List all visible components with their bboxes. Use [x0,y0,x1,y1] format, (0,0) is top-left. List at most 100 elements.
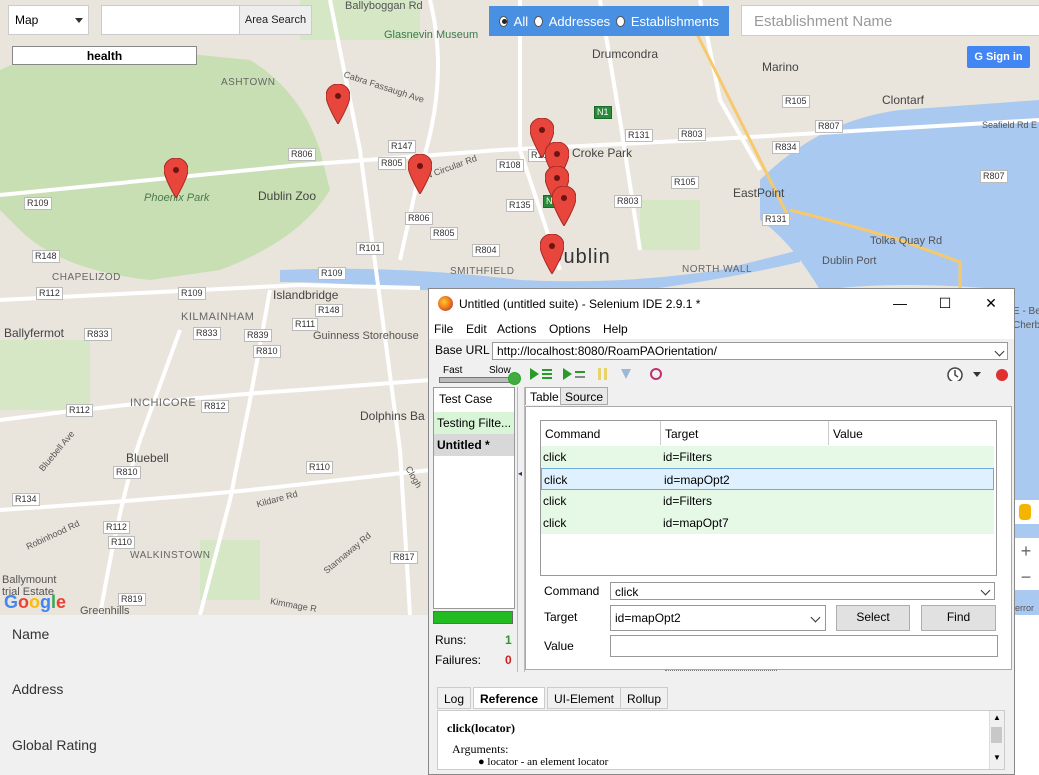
map-label: Dublin Port [822,255,877,267]
play-test-icon[interactable] [562,367,586,381]
find-button[interactable]: Find [921,605,996,631]
map-label: Islandbridge [273,288,339,302]
speed-track[interactable] [439,377,517,383]
target-input[interactable]: id=mapOpt2 [610,605,826,631]
table-row[interactable]: click id=Filters [541,446,994,468]
tab-rollup[interactable]: Rollup [620,687,669,709]
chevron-down-icon[interactable] [980,585,991,596]
road-shield: R110 [108,536,135,549]
road-shield: R135 [506,199,534,212]
tab-source[interactable]: Source [560,387,609,405]
address-label: Address [12,681,64,697]
global-rating-label: Global Rating [12,737,97,753]
record-icon[interactable] [994,367,1010,381]
menu-options[interactable]: Options [549,322,590,336]
run-progress-bar [433,611,513,624]
zoom-in-icon[interactable]: + [1013,538,1039,564]
reference-scrollbar[interactable]: ▲ ▼ [989,711,1004,769]
map-label: error [1015,603,1035,613]
radio-establishments[interactable] [616,15,625,27]
zoom-out-icon[interactable]: − [1013,564,1039,590]
map-label: Ballyboggan Rd [345,0,423,12]
window-title: Untitled (untitled suite) - Selenium IDE… [459,297,701,311]
road-shield: R834 [772,141,800,154]
horizontal-splitter[interactable] [665,670,777,677]
map-label: WALKINSTOWN [130,550,211,561]
table-row[interactable]: click id=mapOpt2 [541,468,994,490]
table-row[interactable]: click id=mapOpt7 [541,512,994,534]
collapse-arrow-icon[interactable]: ◂ [518,469,522,478]
filter-label[interactable]: health [12,46,197,65]
value-input[interactable] [610,635,998,657]
map-type-select[interactable]: Map [8,5,89,35]
map-label: E - Be [1013,306,1039,317]
map-marker-icon[interactable] [552,186,576,226]
test-case-panel: Test Case Testing Filte... Untitled * [433,387,515,609]
value-label: Value [544,639,574,653]
road-shield: R148 [32,250,60,263]
chevron-down-icon[interactable] [994,346,1005,357]
road-shield: R109 [24,197,52,210]
scroll-down-icon[interactable]: ▼ [993,753,1001,762]
row-command: click [544,473,568,487]
schedule-clock-icon[interactable] [947,367,963,381]
scroll-up-icon[interactable]: ▲ [993,713,1001,722]
menu-file[interactable]: File [434,322,453,336]
menu-actions[interactable]: Actions [497,322,536,336]
map-type-value: Map [15,13,39,27]
tab-log[interactable]: Log [437,687,472,709]
map-label: Drumcondra [592,47,659,61]
rollup-icon[interactable] [649,367,663,381]
area-search-button[interactable]: Area Search [239,5,312,35]
map-marker-icon[interactable] [326,84,350,124]
column-header-command[interactable]: Command [541,421,661,445]
radio-addresses-label: Addresses [548,13,611,29]
test-case-item[interactable]: Untitled * [434,434,514,456]
radio-all[interactable] [499,15,508,27]
establishment-name-input[interactable]: Establishment Name [741,5,1039,36]
tab-reference[interactable]: Reference [473,687,546,709]
chevron-down-icon[interactable] [972,371,982,385]
map-marker-icon[interactable] [540,234,564,274]
command-input[interactable]: click [610,582,995,600]
menu-help[interactable]: Help [603,322,628,336]
close-icon[interactable]: ✕ [981,293,1001,313]
base-url-input[interactable]: http://localhost:8080/RoamPAOrientation/ [492,342,1008,360]
menu-edit[interactable]: Edit [466,322,487,336]
google-signin-button[interactable]: G Sign in [967,46,1030,68]
table-editor: Command Target Value click id=Filters cli… [525,406,1012,670]
road-shield: N1 [594,106,612,119]
panel-splitter[interactable]: ◂ [517,387,525,672]
road-shield: R805 [378,157,406,170]
map-label: Guinness Storehouse [313,330,419,342]
map-label: Tolka Quay Rd [870,235,943,247]
column-header-value[interactable]: Value [829,421,994,445]
map-marker-icon[interactable] [408,154,432,194]
signin-label: Sign in [985,51,1023,63]
maximize-icon[interactable]: ☐ [935,293,955,313]
area-search-input[interactable] [101,5,241,35]
step-icon[interactable] [619,367,633,381]
pause-icon[interactable] [597,367,609,381]
row-target: id=Filters [663,494,713,508]
column-header-target[interactable]: Target [661,421,829,445]
chevron-down-icon[interactable] [810,612,821,623]
window-titlebar[interactable]: Untitled (untitled suite) - Selenium IDE… [429,289,1014,319]
road-shield: R833 [193,327,221,340]
tab-ui-element[interactable]: UI-Element [547,687,622,709]
minimize-icon[interactable]: — [890,293,910,313]
filter-radio-group: All Addresses Establishments [489,6,729,36]
street-view-pegman-icon[interactable] [1013,500,1039,524]
select-button[interactable]: Select [836,605,910,631]
radio-addresses[interactable] [534,15,543,27]
scroll-thumb[interactable] [991,727,1002,743]
map-label: INCHICORE [130,397,197,409]
table-row[interactable]: click id=Filters [541,490,994,512]
test-case-item[interactable]: Testing Filte... [434,412,514,434]
tab-table[interactable]: Table [525,387,564,405]
speed-knob[interactable] [508,372,521,385]
reference-args-label: Arguments: [452,742,509,756]
road-shield: R803 [614,195,642,208]
play-suite-icon[interactable] [529,367,553,381]
map-marker-icon[interactable] [164,158,188,198]
